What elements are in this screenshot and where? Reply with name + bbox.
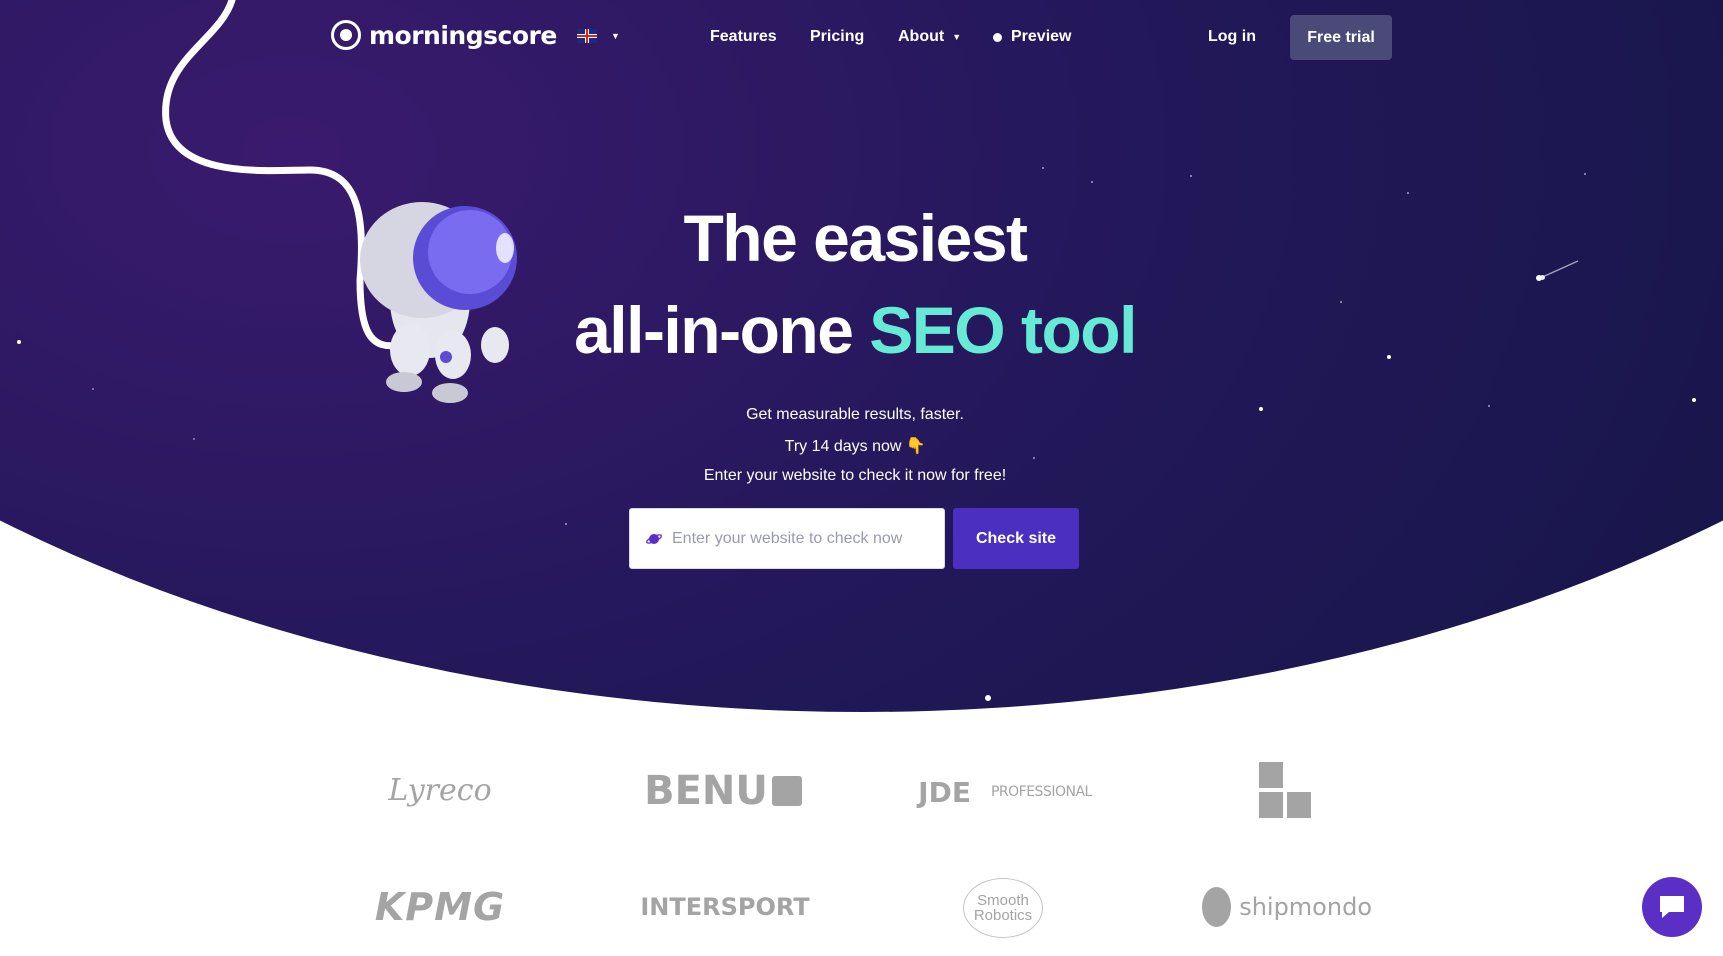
jde-professional-logo: JDE PROFESSIONAL: [918, 762, 1092, 822]
nav-preview-label: Preview: [1011, 28, 1072, 45]
hero-subtitle-3: Enter your website to check it now for f…: [703, 467, 1007, 484]
eg-logo: [1255, 760, 1315, 820]
star: [985, 695, 991, 701]
star: [565, 523, 567, 525]
check-site-button[interactable]: Check site: [953, 508, 1079, 569]
chevron-down-icon: ▼: [952, 32, 962, 42]
free-trial-button[interactable]: Free trial: [1290, 15, 1392, 60]
headline-plain: all-in-one: [574, 293, 870, 367]
shipmondo-mark-icon: [1202, 887, 1232, 927]
morningscore-logo[interactable]: morningscore: [331, 20, 557, 50]
benu-cross-icon: [771, 776, 802, 806]
hero-subtitle-2: Try 14 days now 👇: [600, 436, 1110, 456]
nav-pricing-link[interactable]: Pricing: [810, 28, 864, 46]
intersport-logo: INTERSPORT: [640, 893, 810, 921]
shipmondo-logo: shipmondo: [1202, 885, 1372, 929]
chevron-down-icon: ▼: [611, 31, 620, 41]
language-selector[interactable]: ▼: [577, 29, 620, 43]
logo-text: morningscore: [369, 20, 557, 50]
star: [1042, 167, 1044, 169]
jde-logo-text: JDE: [918, 775, 971, 809]
smooth-robotics-logo: Smooth Robotics: [963, 878, 1043, 938]
nav-preview-link[interactable]: Preview: [993, 28, 1071, 46]
star: [17, 340, 21, 344]
website-check-field[interactable]: [629, 508, 945, 569]
pointing-down-emoji: 👇: [905, 438, 926, 455]
star: [1091, 181, 1093, 183]
logo-mark-icon: [331, 20, 361, 50]
kpmg-logo: KPMG: [374, 885, 506, 929]
shooting-star: [1536, 260, 1579, 281]
headline-accent: SEO tool: [869, 293, 1137, 367]
star: [1692, 398, 1696, 402]
hero-subtitle-1: Get measurable results, faster.: [746, 406, 964, 423]
smooth-line-1: Smooth: [977, 892, 1029, 909]
benu-logo-text: BENU: [644, 768, 768, 814]
hero-headline: The easiest all-in-one SEO tool: [560, 205, 1150, 363]
star: [1407, 192, 1409, 194]
star: [1387, 355, 1391, 359]
headline-line-1: The easiest: [683, 201, 1028, 275]
uk-flag-icon: [577, 29, 597, 43]
smooth-line-2: Robotics: [973, 907, 1033, 924]
live-dot-icon: [993, 32, 1002, 42]
lyreco-logo: Lyreco: [388, 772, 492, 808]
nav-about-label: About: [898, 28, 945, 45]
star: [1190, 175, 1192, 177]
nav-about-dropdown[interactable]: About ▼: [898, 28, 961, 46]
star: [193, 438, 195, 440]
jde-professional-text: PROFESSIONAL: [990, 784, 1092, 800]
headline-line-2: all-in-one SEO tool: [560, 297, 1150, 363]
chat-bubble-icon: [1660, 896, 1684, 918]
nav-features-link[interactable]: Features: [710, 28, 777, 46]
chat-widget-button[interactable]: [1642, 877, 1702, 937]
login-link[interactable]: Log in: [1208, 28, 1256, 46]
star: [1033, 457, 1035, 459]
star: [1259, 407, 1263, 411]
top-navigation: morningscore ▼ Features Pricing About ▼ …: [0, 0, 1723, 75]
shipmondo-logo-text: shipmondo: [1239, 893, 1372, 921]
benu-logo: BENU: [638, 766, 808, 816]
star: [92, 388, 94, 390]
star: [1584, 173, 1586, 175]
eg-logo-mark: [1259, 762, 1311, 818]
star: [1340, 301, 1342, 303]
hero-subtitle-2-text: Try 14 days now: [784, 438, 902, 455]
client-logos: Lyreco BENU JDE PROFESSIONAL KPMG INTERS…: [0, 740, 1723, 950]
star: [1488, 405, 1490, 407]
planet-icon: [646, 533, 662, 545]
website-input[interactable]: [672, 529, 922, 548]
